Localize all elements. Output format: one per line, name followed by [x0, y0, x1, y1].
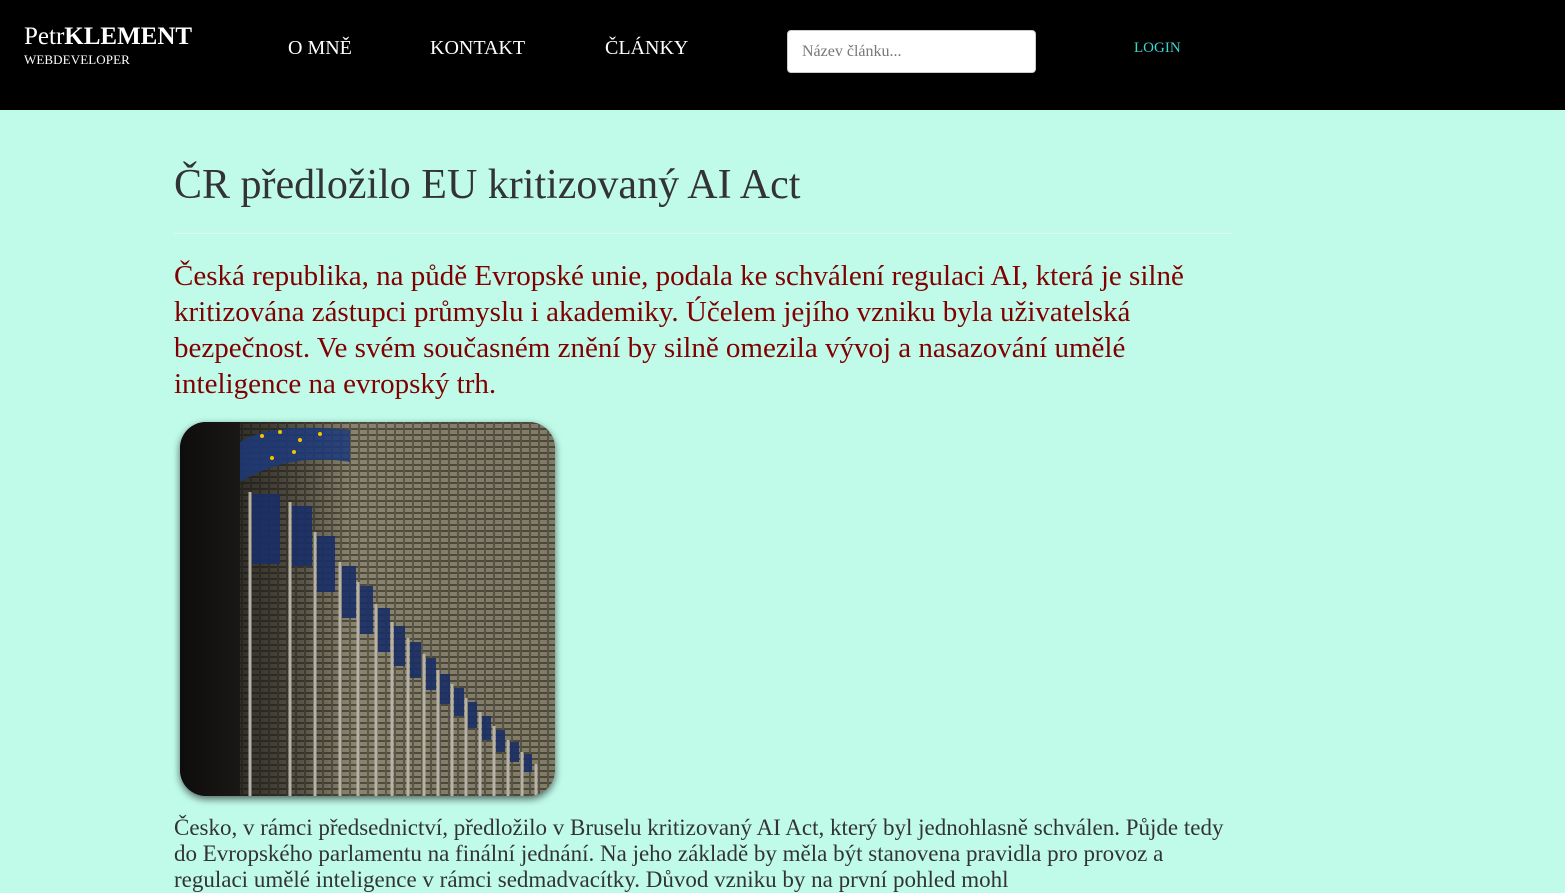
article: ČR předložilo EU kritizovaný AI Act Česk… — [174, 110, 1232, 893]
brand-name: PetrKLEMENT — [24, 24, 192, 49]
nav-link-articles[interactable]: ČLÁNKY — [605, 37, 688, 60]
brand-subtitle: WEBDEVELOPER — [24, 52, 130, 67]
login-link[interactable]: LOGIN — [1134, 40, 1181, 57]
article-lead: Česká republika, na půdě Evropské unie, … — [174, 260, 1184, 401]
eu-flags-building-photo — [180, 422, 555, 797]
article-title: ČR předložilo EU kritizovaný AI Act — [174, 162, 801, 208]
article-image — [180, 422, 555, 797]
nav-link-about[interactable]: O MNĚ — [288, 37, 352, 60]
brand-logo[interactable]: PetrKLEMENT WEBDEVELOPER — [24, 24, 192, 66]
search-input[interactable] — [787, 30, 1036, 73]
brand-last-name: KLEMENT — [64, 23, 193, 50]
article-body: Česko, v rámci předsednictví, předložilo… — [174, 815, 1224, 893]
top-navbar: PetrKLEMENT WEBDEVELOPER O MNĚ KONTAKT Č… — [0, 0, 1565, 110]
brand-first-name: Petr — [24, 23, 65, 50]
nav-link-contact[interactable]: KONTAKT — [430, 37, 525, 60]
title-divider — [174, 233, 1232, 235]
